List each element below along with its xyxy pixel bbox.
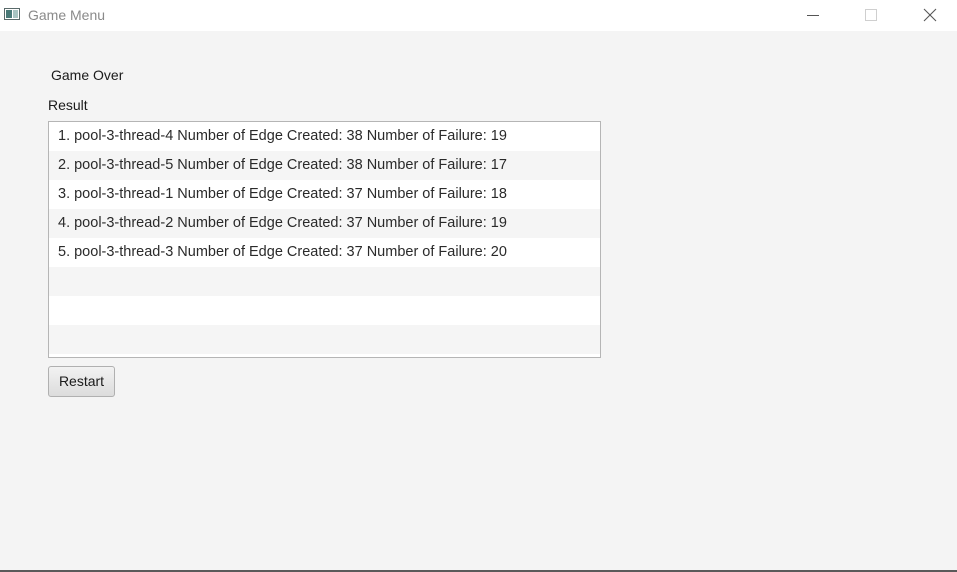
title-bar[interactable]: Game Menu	[0, 0, 957, 31]
close-button[interactable]	[907, 0, 953, 31]
list-item[interactable]: 5. pool-3-thread-3 Number of Edge Create…	[49, 238, 600, 267]
restart-button[interactable]: Restart	[48, 366, 115, 397]
empty-list-row	[49, 267, 600, 296]
list-item[interactable]: 4. pool-3-thread-2 Number of Edge Create…	[49, 209, 600, 238]
list-item[interactable]: 2. pool-3-thread-5 Number of Edge Create…	[49, 151, 600, 180]
app-window-icon	[4, 8, 20, 20]
window-title: Game Menu	[28, 7, 106, 23]
results-list[interactable]: 1. pool-3-thread-4 Number of Edge Create…	[48, 121, 601, 358]
result-label: Result	[48, 97, 88, 113]
maximize-button[interactable]	[848, 0, 894, 31]
list-item[interactable]: 1. pool-3-thread-4 Number of Edge Create…	[49, 122, 600, 151]
minimize-icon	[807, 15, 819, 16]
empty-list-row	[49, 296, 600, 325]
minimize-button[interactable]	[790, 0, 836, 31]
empty-list-row	[49, 325, 600, 354]
game-over-heading: Game Over	[51, 67, 124, 83]
list-item[interactable]: 3. pool-3-thread-1 Number of Edge Create…	[49, 180, 600, 209]
maximize-icon	[865, 9, 877, 21]
close-icon	[923, 8, 937, 22]
